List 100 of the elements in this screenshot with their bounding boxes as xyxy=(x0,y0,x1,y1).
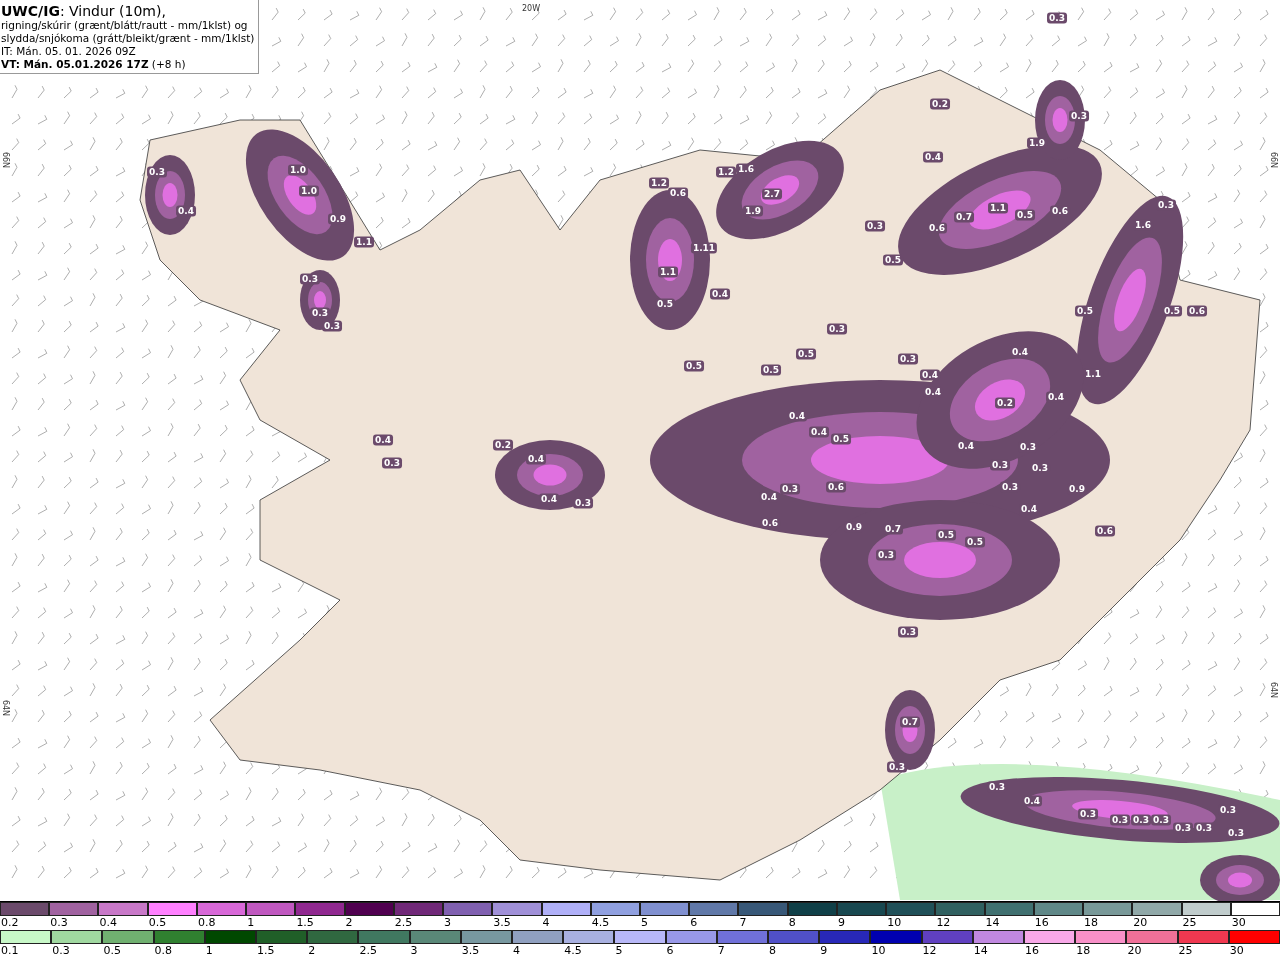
legend-label: 30 xyxy=(1230,916,1247,930)
precipitation-value: 0.4 xyxy=(1010,346,1030,358)
legend-label: 0.8 xyxy=(196,916,217,930)
precipitation-value: 1.9 xyxy=(743,205,763,217)
legend-label: 7 xyxy=(738,916,748,930)
map-info-line: UWC/IG: Vindur (10m), xyxy=(1,3,167,19)
precipitation-value: 0.3 xyxy=(827,323,847,335)
legend-label: 18 xyxy=(1083,916,1100,930)
legend-label: 30 xyxy=(1228,944,1245,958)
precipitation-value: 0.5 xyxy=(831,433,851,445)
precipitation-value: 0.7 xyxy=(900,716,920,728)
legend-label: 4.5 xyxy=(563,944,583,958)
precipitation-value: 0.2 xyxy=(930,98,950,110)
precipitation-value: 0.3 xyxy=(1194,822,1214,834)
precipitation-value: 0.7 xyxy=(883,523,903,535)
precipitation-value: 1.11 xyxy=(690,242,718,254)
legend-label: 12 xyxy=(935,916,952,930)
legend-label: 25 xyxy=(1177,944,1194,958)
legend-label: 3 xyxy=(443,916,453,930)
precipitation-value: 0.3 xyxy=(1156,199,1176,211)
precipitation-value: 2.7 xyxy=(762,188,782,200)
legend-label: 0.5 xyxy=(147,916,168,930)
precipitation-value: 0.3 xyxy=(1078,808,1098,820)
precipitation-value: 0.9 xyxy=(328,213,348,225)
legend-label: 6 xyxy=(665,944,675,958)
precipitation-value: 0.3 xyxy=(300,273,320,285)
precipitation-value: 1.6 xyxy=(1133,219,1153,231)
precipitation-value: 0.3 xyxy=(1151,814,1171,826)
precipitation-value: 0.3 xyxy=(887,761,907,773)
legend-label: 4 xyxy=(541,916,551,930)
graticule-label: 66N xyxy=(1268,151,1278,169)
precipitation-value: 0.5 xyxy=(684,360,704,372)
legend-label: 18 xyxy=(1075,944,1092,958)
legend-label: 1 xyxy=(204,944,214,958)
precipitation-value: 0.4 xyxy=(809,426,829,438)
precipitation-value: 0.4 xyxy=(1019,503,1039,515)
legend-label: 2.5 xyxy=(358,944,378,958)
precipitation-value: 0.9 xyxy=(844,521,864,533)
precipitation-value: 0.3 xyxy=(1069,110,1089,122)
graticule-label: 64N xyxy=(1268,681,1278,699)
legend-label: 1 xyxy=(246,916,256,930)
precipitation-value: 0.3 xyxy=(1110,814,1130,826)
precipitation-value: 0.3 xyxy=(898,626,918,638)
legend-label: 4.5 xyxy=(590,916,611,930)
legend-label: 5 xyxy=(640,916,649,930)
precipitation-value: 1.1 xyxy=(1083,368,1103,380)
precipitation-value: 0.4 xyxy=(920,369,940,381)
precipitation-value: 0.2 xyxy=(995,397,1015,409)
precipitation-value: 0.6 xyxy=(760,517,780,529)
legend-label: 2.5 xyxy=(393,916,414,930)
legend-label: 8 xyxy=(768,944,777,958)
legend-label: 0.3 xyxy=(51,944,71,958)
legend-label: 0.2 xyxy=(0,916,20,930)
precipitation-value: 0.5 xyxy=(655,298,675,310)
precipitation-value: 1.0 xyxy=(299,185,319,197)
precipitation-value: 0.4 xyxy=(923,151,943,163)
precipitation-value: 0.9 xyxy=(1067,483,1087,495)
precipitation-value: 0.6 xyxy=(668,187,688,199)
map-info-line: slydda/snjókoma (grátt/bleikt/grænt - mm/1klst) xyxy=(1,32,255,45)
legend-label: 0.8 xyxy=(153,944,174,958)
graticule-label: 64N xyxy=(0,699,10,717)
precipitation-value: 0.3 xyxy=(382,457,402,469)
precipitation-value: 0.6 xyxy=(826,481,846,493)
legend-label: 7 xyxy=(716,944,726,958)
legend-label: 3.5 xyxy=(460,944,481,958)
precipitation-value: 0.3 xyxy=(1018,441,1038,453)
precipitation-value: 0.4 xyxy=(373,434,393,446)
precipitation-value: 1.1 xyxy=(658,266,678,278)
precipitation-value: 0.5 xyxy=(936,529,956,541)
precipitation-value: 0.4 xyxy=(1046,391,1066,403)
legend-label: 25 xyxy=(1181,916,1198,930)
precipitation-value: 0.3 xyxy=(987,781,1007,793)
precipitation-value: 0.4 xyxy=(1022,795,1042,807)
precipitation-value: 0.3 xyxy=(1000,481,1020,493)
precipitation-value: 0.5 xyxy=(965,536,985,548)
precipitation-value: 0.4 xyxy=(176,205,196,217)
graticule-label: 20W xyxy=(521,4,541,13)
precipitation-value: 0.3 xyxy=(780,483,800,495)
precipitation-value: 0.3 xyxy=(876,549,896,561)
precipitation-value: 0.3 xyxy=(322,320,342,332)
legend-label: 10 xyxy=(886,916,903,930)
legend-label: 1.5 xyxy=(295,916,315,930)
legend-label: 8 xyxy=(787,916,797,930)
precipitation-value: 0.3 xyxy=(310,307,330,319)
legend-label: 2 xyxy=(344,916,354,930)
legend-label: 20 xyxy=(1132,916,1149,930)
legend-label: 12 xyxy=(921,944,938,958)
precipitation-value: 1.1 xyxy=(354,236,374,248)
precipitation-value: 0.3 xyxy=(1226,827,1246,839)
precipitation-value: 0.3 xyxy=(147,166,167,178)
legend-label: 1.5 xyxy=(256,944,276,958)
legend-label: 3 xyxy=(409,944,419,958)
precipitation-value: 0.3 xyxy=(990,459,1010,471)
precipitation-value: 0.4 xyxy=(539,493,559,505)
precipitation-value: 0.3 xyxy=(573,497,593,509)
legend-label: 2 xyxy=(307,944,317,958)
precipitation-value: 0.4 xyxy=(710,288,730,300)
precipitation-value: 0.4 xyxy=(923,386,943,398)
map-info-line: IT: Mán. 05. 01. 2026 09Z xyxy=(1,45,137,58)
legend-label: 16 xyxy=(1033,916,1050,930)
